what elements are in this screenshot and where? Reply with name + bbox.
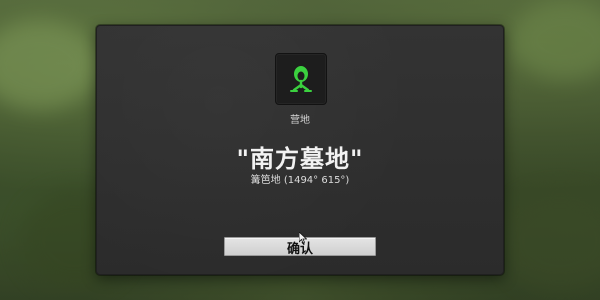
graveyard-icon bbox=[290, 66, 312, 92]
location-icon-tile bbox=[275, 53, 327, 105]
mouse-cursor-icon bbox=[299, 232, 307, 244]
background-foliage bbox=[0, 20, 100, 110]
game-scene: 营地 "南方墓地" 篝笆地 (1494° 615°) 确认 bbox=[0, 0, 600, 300]
location-coordinates: 篝笆地 (1494° 615°) bbox=[250, 175, 350, 186]
background-foliage bbox=[500, 190, 600, 290]
background-foliage bbox=[510, 0, 600, 80]
location-type-label: 营地 bbox=[290, 115, 310, 126]
location-title: "南方墓地" bbox=[236, 145, 364, 173]
